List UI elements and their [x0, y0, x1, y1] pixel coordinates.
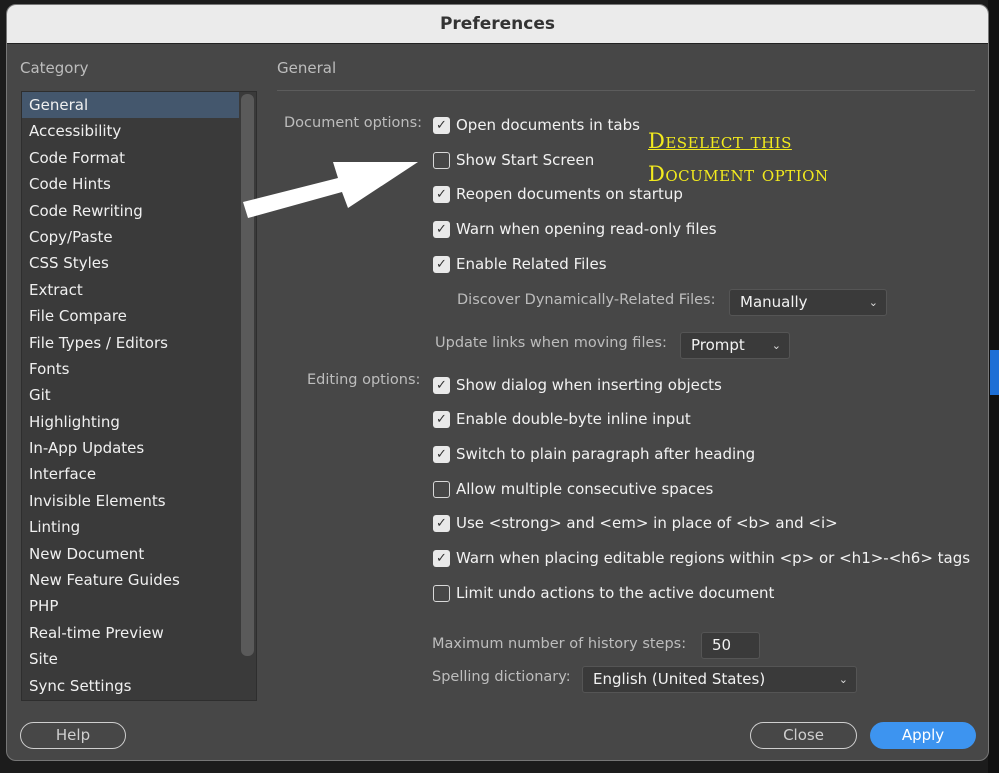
- checkbox-checked[interactable]: ✓: [433, 549, 450, 567]
- option-row[interactable]: ✓ Use <strong> and <em> in place of <b> a…: [433, 512, 838, 534]
- section-heading: General: [277, 59, 337, 77]
- checkbox-checked[interactable]: ✓: [433, 220, 450, 238]
- option-row[interactable]: ✓ Warn when opening read-only files: [433, 218, 717, 240]
- discover-label: Discover Dynamically-Related Files:: [457, 292, 716, 308]
- checkbox-checked[interactable]: ✓: [433, 255, 450, 273]
- category-item[interactable]: Copy/Paste: [22, 224, 239, 250]
- category-item[interactable]: File Compare: [22, 303, 239, 329]
- category-item[interactable]: New Feature Guides: [22, 567, 239, 593]
- chevron-down-icon: ⌄: [838, 673, 848, 686]
- apply-button[interactable]: Apply: [870, 722, 976, 749]
- option-label: Switch to plain paragraph after heading: [456, 445, 756, 463]
- spelling-value: English (United States): [593, 670, 766, 688]
- update-links-value: Prompt: [691, 336, 745, 354]
- option-label: Open documents in tabs: [456, 116, 640, 134]
- category-item[interactable]: Site: [22, 646, 239, 672]
- help-button[interactable]: Help: [20, 722, 126, 749]
- category-item[interactable]: In-App Updates: [22, 435, 239, 461]
- option-row[interactable]: ✓ Enable double-byte inline input: [433, 408, 691, 430]
- annotation-line-2: Document option: [648, 162, 829, 186]
- arrow-annotation-icon: [243, 162, 418, 218]
- discover-value: Manually: [740, 293, 808, 311]
- update-links-label: Update links when moving files:: [435, 335, 667, 351]
- category-item[interactable]: Code Rewriting: [22, 198, 239, 224]
- checkbox-checked[interactable]: ✓: [433, 376, 450, 394]
- update-links-select[interactable]: Prompt ⌄: [680, 332, 790, 359]
- option-row[interactable]: ✓ Enable Related Files: [433, 253, 607, 275]
- option-row[interactable]: ✓ Switch to plain paragraph after heading: [433, 443, 755, 465]
- chevron-down-icon: ⌄: [771, 339, 781, 352]
- option-label: Limit undo actions to the active documen…: [456, 584, 775, 602]
- category-list: General Accessibility Code Format Code Hint…: [21, 91, 257, 701]
- option-row[interactable]: Show Start Screen: [433, 149, 594, 171]
- divider: [277, 90, 975, 91]
- option-row[interactable]: ✓ Warn when placing editable regions with…: [433, 547, 970, 569]
- checkbox-unchecked[interactable]: [433, 584, 450, 602]
- option-row[interactable]: ✓ Open documents in tabs: [433, 114, 640, 136]
- background-app-button: [990, 350, 999, 395]
- option-row[interactable]: ✓ Show dialog when inserting objects: [433, 374, 722, 396]
- preferences-dialog: Preferences Category General Accessibilit…: [6, 4, 989, 761]
- spelling-label: Spelling dictionary:: [432, 669, 571, 685]
- checkbox-unchecked[interactable]: [433, 151, 450, 169]
- category-item[interactable]: General: [22, 92, 239, 119]
- category-item[interactable]: Code Hints: [22, 171, 239, 197]
- option-label: Show dialog when inserting objects: [456, 376, 722, 394]
- annotation-text: Deselect this Document option: [648, 125, 829, 191]
- editing-options-label: Editing options:: [307, 372, 421, 388]
- category-item[interactable]: Linting: [22, 514, 239, 540]
- spelling-select[interactable]: English (United States) ⌄: [582, 666, 857, 693]
- category-item[interactable]: Extract: [22, 277, 239, 303]
- category-item[interactable]: Code Format: [22, 145, 239, 171]
- document-options-label: Document options:: [284, 115, 423, 131]
- history-input[interactable]: 50: [701, 632, 760, 659]
- option-label: Enable Related Files: [456, 255, 607, 273]
- category-item[interactable]: Accessibility: [22, 118, 239, 144]
- chevron-down-icon: ⌄: [868, 296, 878, 309]
- option-row[interactable]: ✓ Reopen documents on startup: [433, 183, 683, 205]
- category-heading: Category: [20, 59, 89, 77]
- checkbox-checked[interactable]: ✓: [433, 116, 450, 134]
- checkbox-unchecked[interactable]: [433, 480, 450, 498]
- option-label: Allow multiple consecutive spaces: [456, 480, 714, 498]
- category-item[interactable]: Sync Settings: [22, 673, 239, 699]
- history-label: Maximum number of history steps:: [432, 636, 687, 652]
- option-row[interactable]: Limit undo actions to the active documen…: [433, 582, 774, 604]
- close-button[interactable]: Close: [750, 722, 857, 749]
- category-item[interactable]: Invisible Elements: [22, 488, 239, 514]
- option-label: Warn when placing editable regions withi…: [456, 549, 971, 567]
- option-label: Enable double-byte inline input: [456, 410, 691, 428]
- discover-select[interactable]: Manually ⌄: [729, 289, 887, 316]
- category-item[interactable]: PHP: [22, 593, 239, 619]
- option-row[interactable]: Allow multiple consecutive spaces: [433, 478, 713, 500]
- category-item[interactable]: Highlighting: [22, 409, 239, 435]
- category-item[interactable]: File Types / Editors: [22, 330, 239, 356]
- checkbox-checked[interactable]: ✓: [433, 514, 450, 532]
- option-label: Show Start Screen: [456, 151, 595, 169]
- checkbox-checked[interactable]: ✓: [433, 185, 450, 203]
- category-item[interactable]: Interface: [22, 461, 239, 487]
- dialog-title: Preferences: [7, 5, 988, 44]
- annotation-line-1: Deselect this: [648, 129, 792, 153]
- category-item[interactable]: Git: [22, 382, 239, 408]
- category-item[interactable]: New Document: [22, 541, 239, 567]
- option-label: Use <strong> and <em> in place of <b> an…: [456, 514, 838, 532]
- category-item[interactable]: Real-time Preview: [22, 620, 239, 646]
- checkbox-checked[interactable]: ✓: [433, 410, 450, 428]
- checkbox-checked[interactable]: ✓: [433, 445, 450, 463]
- option-label: Warn when opening read-only files: [456, 220, 717, 238]
- category-item[interactable]: CSS Styles: [22, 250, 239, 276]
- category-item[interactable]: Fonts: [22, 356, 239, 382]
